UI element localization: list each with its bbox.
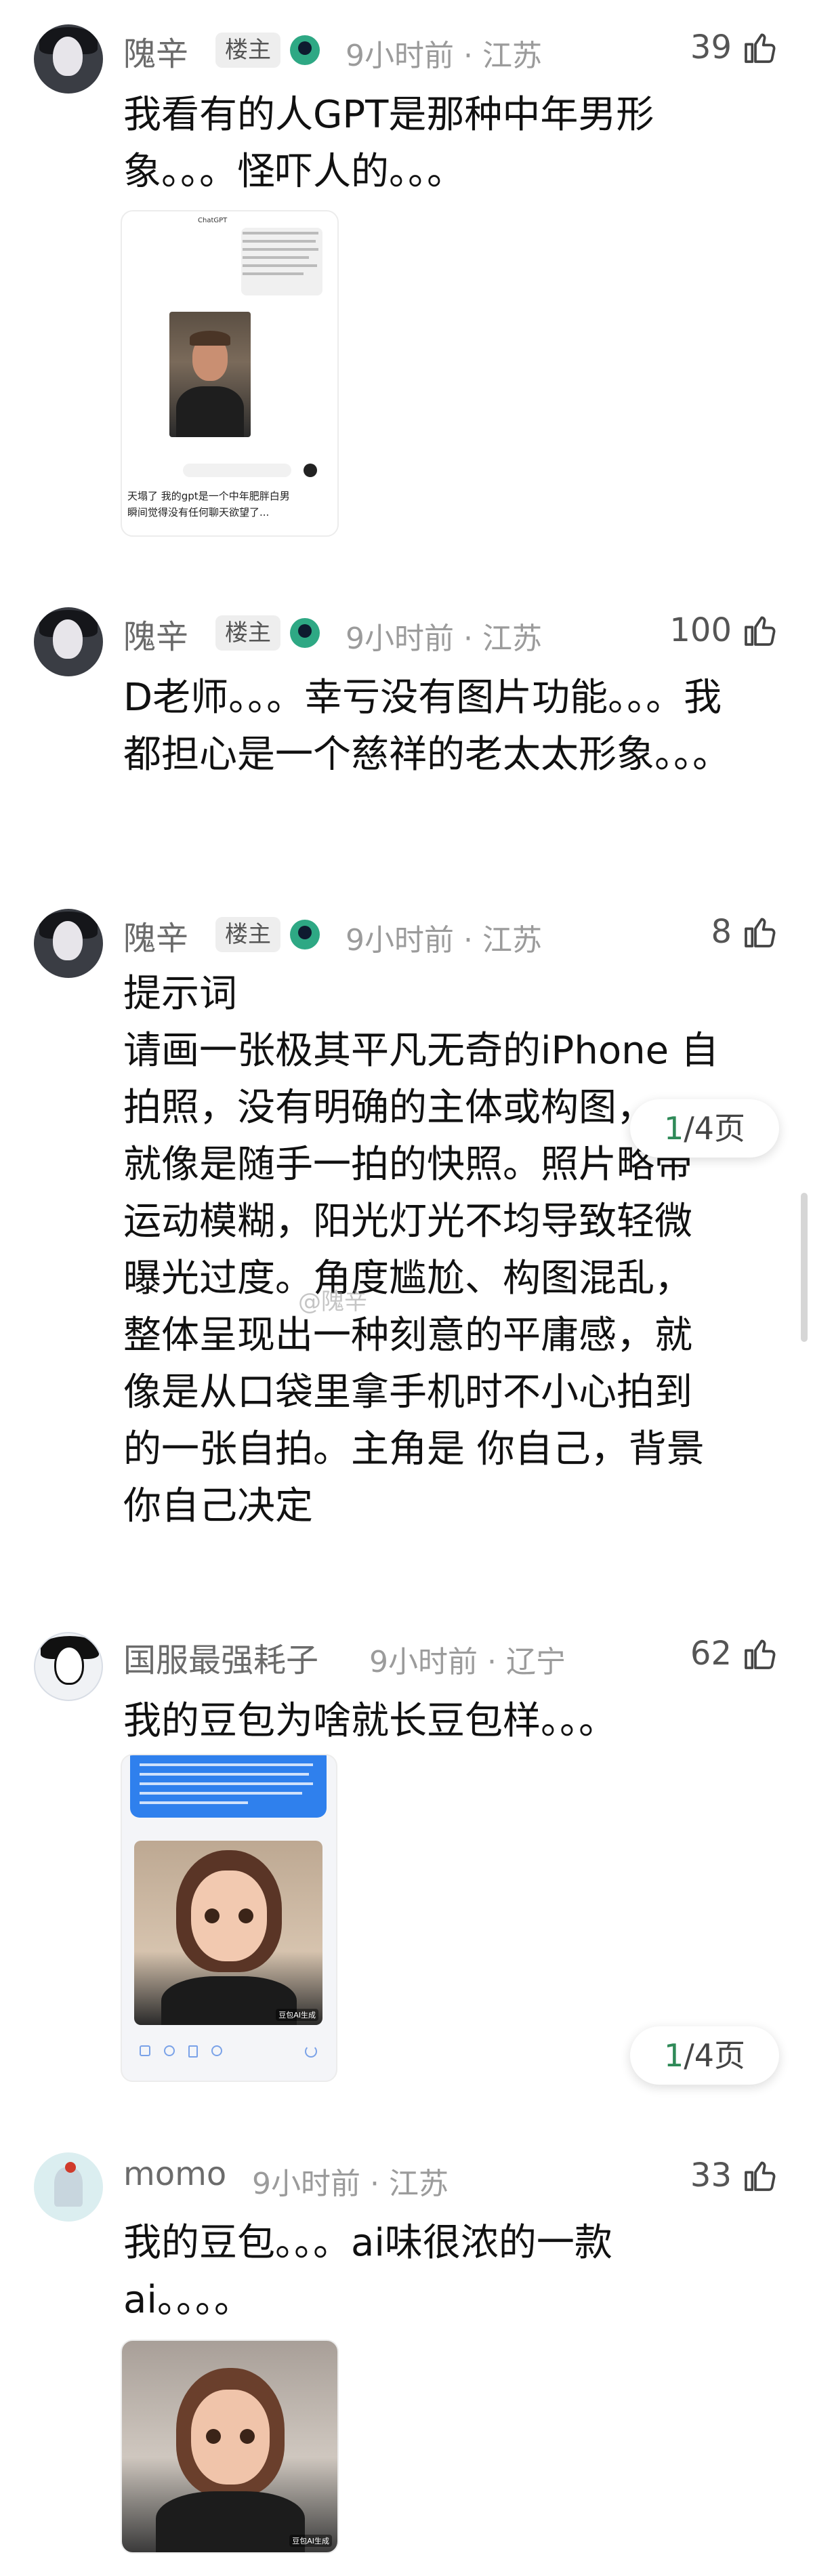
- comment-text: 我的豆包。。。ai味很浓的一款ai。。。。: [123, 2221, 612, 2322]
- page-current: 1: [663, 1110, 684, 1147]
- comment-text: 提示词 请画一张极其平凡无奇的iPhone 自 拍照，没有明确的主体或构图， 就…: [123, 966, 767, 1535]
- comment-meta: 9小时前 · 江苏: [346, 621, 542, 656]
- copy-icon[interactable]: [140, 2045, 150, 2056]
- page-current: 1: [663, 2037, 684, 2074]
- username[interactable]: momo: [123, 2155, 226, 2193]
- ai-generated-tag: 豆包AI生成: [289, 2535, 332, 2547]
- like-count: 33: [690, 2156, 732, 2194]
- username[interactable]: 隗辛: [123, 912, 188, 959]
- avatar[interactable]: [34, 607, 103, 676]
- op-badge: 楼主: [215, 917, 280, 952]
- chat-header: ChatGPT: [198, 217, 228, 224]
- page-total: /4页: [684, 2037, 746, 2074]
- medal-icon: [290, 920, 320, 949]
- avatar[interactable]: [34, 2152, 103, 2222]
- text-line: 请画一张极其平凡无奇的iPhone 自: [123, 1029, 719, 1073]
- op-badge: 楼主: [215, 33, 280, 68]
- comment-text: 我的豆包为啥就长豆包样。。。: [123, 1699, 617, 1743]
- photo: [169, 312, 251, 437]
- thumbs-up-icon[interactable]: [741, 28, 779, 66]
- text-line: 你自己决定: [123, 1484, 313, 1528]
- bookmark-icon[interactable]: [188, 2045, 198, 2058]
- thumbs-up-icon[interactable]: [741, 2156, 779, 2194]
- comment-text: D老师。。。幸亏没有图片功能。。。我都担心是一个慈祥的老太太形象。。。: [123, 676, 730, 777]
- text-line: 像是从口袋里拿手机时不小心拍到: [123, 1370, 692, 1414]
- like-count: 100: [669, 611, 732, 649]
- thumbs-up-icon[interactable]: [741, 913, 779, 951]
- attachment-image[interactable]: 豆包AI生成: [121, 1754, 337, 2082]
- refresh-icon[interactable]: [305, 2045, 317, 2058]
- medal-icon: [290, 35, 320, 65]
- generated-photo: 豆包AI生成: [134, 1841, 322, 2025]
- chat-bubble: [130, 1755, 327, 1818]
- attachment-caption: 天塌了 我的gpt是一个中年肥胖白男 瞬间觉得没有任何聊天欲望了...: [127, 490, 290, 518]
- page-indicator[interactable]: 1/4页: [630, 2026, 779, 2085]
- comment-meta: 9小时前 · 江苏: [346, 39, 542, 73]
- username[interactable]: 国服最强耗子: [123, 1633, 318, 1681]
- text-line: 运动模糊，阳光灯光不均导致轻微: [123, 1200, 692, 1244]
- scrollbar[interactable]: [801, 1193, 808, 1342]
- medal-icon: [290, 618, 320, 648]
- username[interactable]: 隗辛: [123, 27, 188, 75]
- page-indicator[interactable]: 1/4页: [630, 1099, 779, 1158]
- like-count: 8: [711, 913, 732, 951]
- ai-generated-tag: 豆包AI生成: [276, 2009, 318, 2021]
- text-line: 曝光过度。角度尴尬、构图混乱，: [123, 1256, 692, 1301]
- attachment-image[interactable]: ChatGPT 天塌了 我的gpt是一个中年肥胖白男 瞬间觉得没有任何聊天欲望了…: [121, 210, 339, 537]
- username[interactable]: 隗辛: [123, 610, 188, 657]
- text-line: 提示词: [123, 972, 237, 1016]
- action-bar: [134, 2040, 322, 2064]
- page-total: /4页: [684, 1110, 746, 1147]
- avatar[interactable]: [34, 1632, 103, 1701]
- comment-text: 我看有的人GPT是那种中年男形象。。。怪吓人的。。。: [123, 93, 654, 194]
- comment-meta: 9小时前 · 江苏: [346, 923, 542, 958]
- comment-meta: 9小时前 · 江苏: [252, 2167, 449, 2201]
- thumbs-up-icon[interactable]: [741, 611, 779, 649]
- like-count: 62: [690, 1635, 732, 1673]
- text-line: 的一张自拍。主角是 你自己，背景: [123, 1427, 705, 1471]
- attachment-image[interactable]: 豆包AI生成: [121, 2339, 339, 2554]
- watermark: @隗辛: [298, 1288, 367, 1315]
- comment-meta: 9小时前 · 辽宁: [369, 1645, 566, 1679]
- thumbs-up-icon[interactable]: [741, 1635, 779, 1673]
- avatar[interactable]: [34, 909, 103, 978]
- text-line: 整体呈现出一种刻意的平庸感，就: [123, 1313, 692, 1357]
- like-count: 39: [690, 28, 732, 66]
- speaker-icon[interactable]: [164, 2045, 175, 2056]
- avatar[interactable]: [34, 24, 103, 94]
- share-icon[interactable]: [211, 2045, 222, 2056]
- op-badge: 楼主: [215, 615, 280, 651]
